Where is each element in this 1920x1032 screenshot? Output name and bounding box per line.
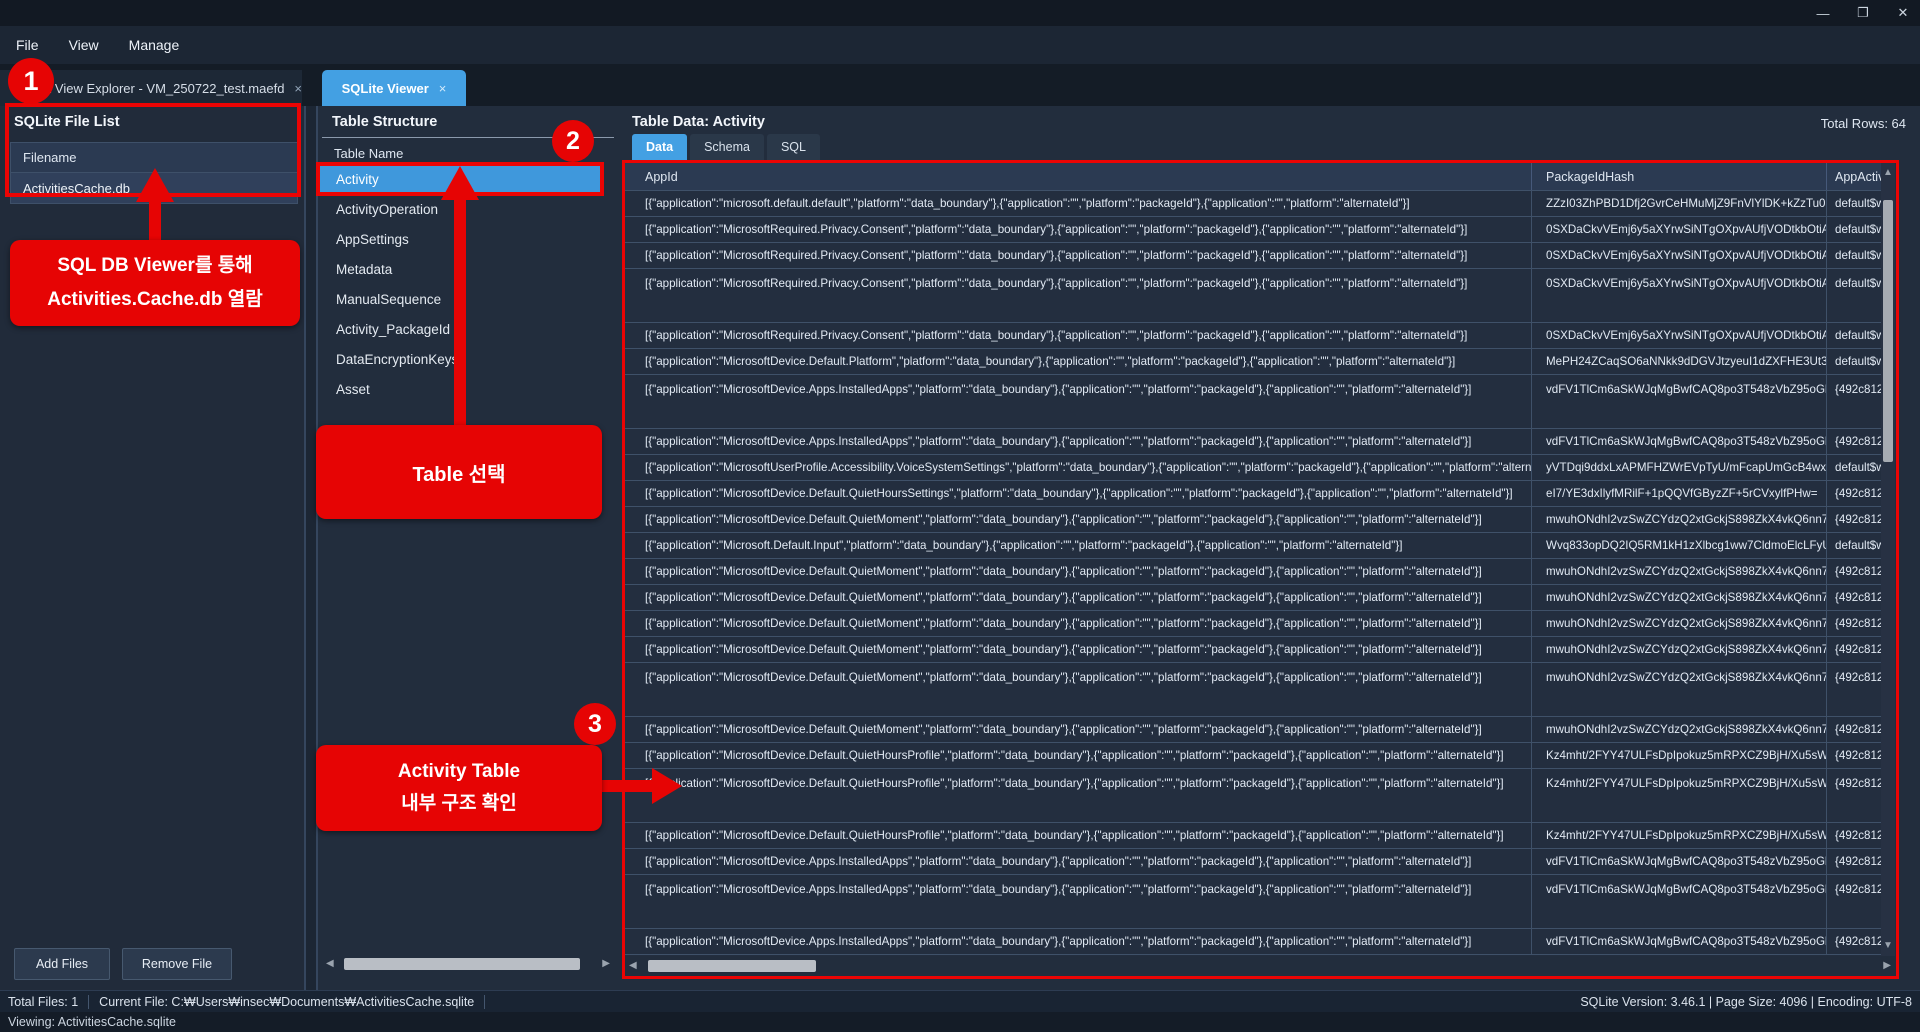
total-rows-label: Total Rows: 64 <box>1821 116 1906 131</box>
close-icon[interactable]: ✕ <box>1894 5 1912 21</box>
annotation-rect-data-table <box>622 160 1899 979</box>
title-bar: — ❐ ✕ <box>0 0 1920 26</box>
data-view-tabs: Data Schema SQL <box>632 134 820 160</box>
menu-file[interactable]: File <box>16 37 39 53</box>
scroll-right-icon[interactable]: ▶ <box>602 956 610 972</box>
note-line: Activities.Cache.db 열람 <box>47 283 263 317</box>
menu-bar: File View Manage <box>0 26 1920 64</box>
note-line: 내부 구조 확인 <box>401 788 516 820</box>
annotation-badge-1: 1 <box>8 58 54 104</box>
annotation-arrowhead-up <box>136 168 174 202</box>
tab-label: SQLite Viewer <box>342 81 429 96</box>
divider <box>88 995 89 1009</box>
status-bar: Total Files: 1 Current File: C:₩Users₩in… <box>0 990 1920 1012</box>
tab-label: Disk View Explorer - VM_250722_test.maef… <box>26 81 284 96</box>
annotation-arrow-up <box>149 198 161 242</box>
annotation-badge-2: 2 <box>552 120 594 162</box>
app-window: — ❐ ✕ File View Manage Disk View Explore… <box>0 0 1920 1032</box>
note-line: Table 선택 <box>412 458 505 487</box>
structure-horizontal-scrollbar[interactable]: ◀ ▶ <box>324 956 612 972</box>
table-data-title: Table Data: Activity <box>632 114 765 130</box>
tab-sqlite-viewer[interactable]: SQLite Viewer × <box>322 70 466 106</box>
status-total-files: Total Files: 1 <box>8 995 78 1009</box>
restore-icon[interactable]: ❐ <box>1854 5 1872 21</box>
window-controls: — ❐ ✕ <box>1814 0 1912 26</box>
annotation-arrowhead-up <box>441 166 479 200</box>
add-files-button[interactable]: Add Files <box>14 948 110 980</box>
annotation-note-1: SQL DB Viewer를 통해 Activities.Cache.db 열람 <box>10 240 300 326</box>
divider <box>484 995 485 1009</box>
note-line: SQL DB Viewer를 통해 <box>57 249 252 283</box>
tab-schema[interactable]: Schema <box>690 134 764 160</box>
annotation-arrow-right <box>598 780 654 792</box>
table-structure-title: Table Structure <box>332 114 437 130</box>
close-tab-icon[interactable]: × <box>439 81 447 96</box>
note-line: Activity Table <box>398 756 520 788</box>
minimize-icon[interactable]: — <box>1814 6 1832 21</box>
table-name-column-header: Table Name <box>334 146 403 161</box>
close-tab-icon[interactable]: × <box>294 81 302 96</box>
scrollbar-thumb[interactable] <box>344 958 580 970</box>
footer-bar: Viewing: ActivitiesCache.sqlite <box>0 1012 1920 1032</box>
viewing-label: Viewing: ActivitiesCache.sqlite <box>8 1015 176 1029</box>
tab-sql[interactable]: SQL <box>767 134 820 160</box>
panel-splitter[interactable] <box>304 106 318 990</box>
remove-file-button[interactable]: Remove File <box>122 948 232 980</box>
scroll-left-icon[interactable]: ◀ <box>326 956 334 972</box>
annotation-arrow-up <box>454 196 466 427</box>
table-structure-panel: Table Structure Table Name ActivityActiv… <box>318 106 618 990</box>
status-sqlite-info: SQLite Version: 3.46.1 | Page Size: 4096… <box>1580 995 1912 1009</box>
annotation-note-3: Activity Table 내부 구조 확인 <box>316 745 602 831</box>
tab-data[interactable]: Data <box>632 134 687 160</box>
annotation-note-2: Table 선택 <box>316 425 602 519</box>
tab-strip: Disk View Explorer - VM_250722_test.maef… <box>0 64 1920 106</box>
annotation-arrowhead-right <box>652 768 682 804</box>
menu-manage[interactable]: Manage <box>129 37 180 53</box>
status-current-file: Current File: C:₩Users₩insec₩Documents₩A… <box>99 995 474 1009</box>
annotation-badge-3: 3 <box>574 703 616 745</box>
menu-view[interactable]: View <box>69 37 99 53</box>
